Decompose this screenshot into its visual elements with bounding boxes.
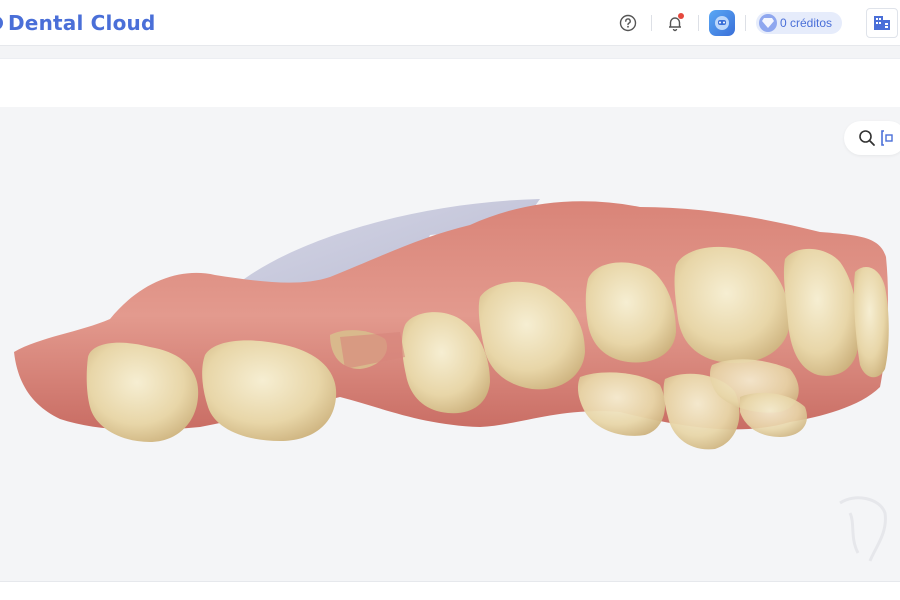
notifications-button[interactable] [662,10,688,36]
fit-view-button[interactable] [878,127,900,149]
3d-viewer[interactable] [0,107,900,581]
fit-view-icon [881,130,893,146]
notification-badge [677,13,684,19]
diamond-icon [758,14,777,32]
organization-button[interactable] [866,8,898,38]
toolbar-row [0,58,900,106]
zoom-button[interactable] [856,127,878,149]
help-circle-icon [619,14,637,32]
divider [744,15,746,31]
organization-icon [874,16,890,30]
watermark-icon [839,496,887,562]
header-actions: 0 créditos [615,0,900,46]
credits-badge[interactable]: 0 créditos [755,12,842,34]
user-avatar-icon [714,16,729,30]
sub-header-strip [0,46,900,58]
top-bar: Dental Cloud 0 créditos [0,0,900,46]
credits-label: 0 créditos [779,16,832,30]
viewer-tools [844,121,900,155]
logo-icon [0,17,3,29]
dental-scan-model[interactable] [0,107,900,581]
divider [650,15,652,31]
app-title: Dental Cloud [8,11,156,35]
zoom-icon [859,130,875,146]
help-button[interactable] [615,10,641,36]
divider [697,15,699,31]
brand[interactable]: Dental Cloud [0,11,156,35]
bottom-bar [0,581,900,600]
user-avatar[interactable] [708,10,735,36]
